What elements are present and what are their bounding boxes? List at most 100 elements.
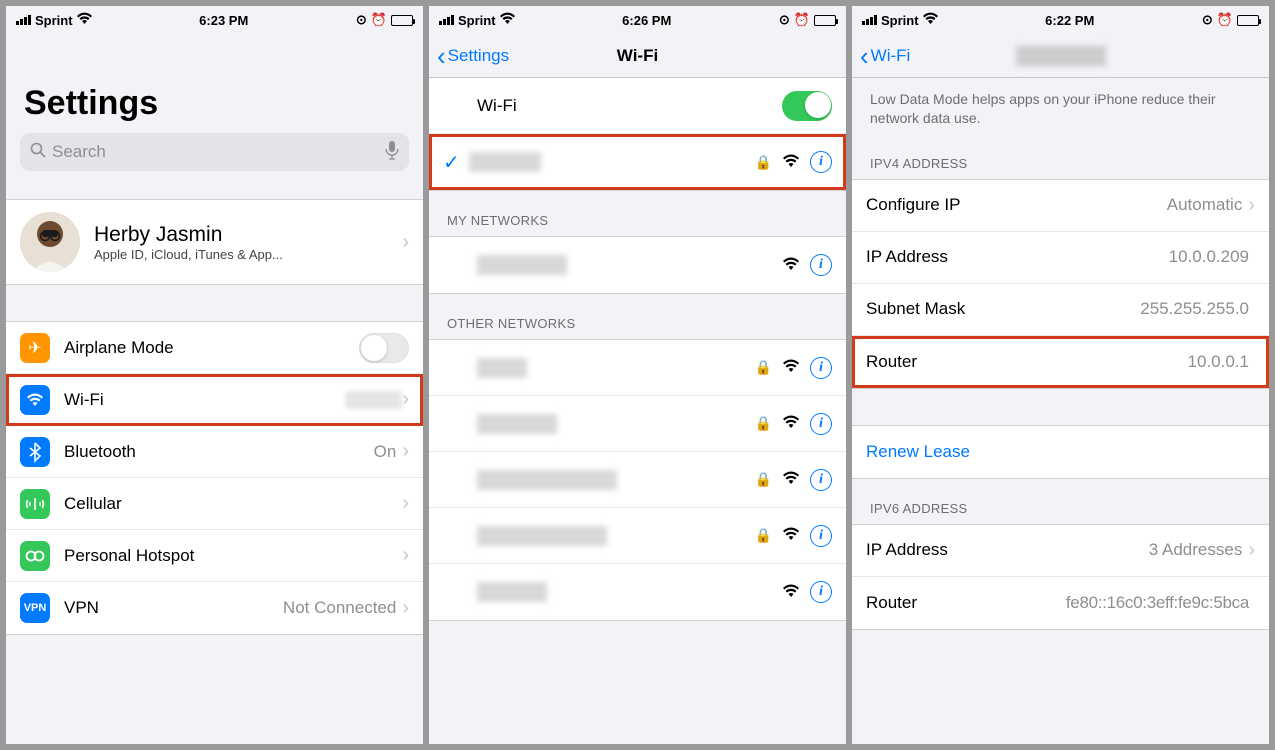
alarm-icon: ⏰ [1217, 12, 1233, 28]
wifi-signal-icon [782, 525, 800, 546]
airplane-mode-row[interactable]: ✈ Airplane Mode [6, 322, 423, 374]
profile-name: Herby Jasmin [94, 223, 402, 247]
cellular-icon [20, 489, 50, 519]
status-bar: Sprint 6:22 PM ⊙ ⏰ [852, 6, 1269, 34]
orientation-lock-icon: ⊙ [779, 12, 790, 28]
wifi-signal-icon [782, 255, 800, 276]
carrier-label: Sprint [881, 13, 919, 28]
hotspot-row[interactable]: Personal Hotspot › [6, 530, 423, 582]
network-name-blurred [477, 358, 527, 378]
my-networks-header: MY NETWORKS [429, 191, 846, 236]
vpn-row[interactable]: VPN VPN Not Connected › [6, 582, 423, 634]
page-title: Settings [6, 34, 423, 133]
signal-icon [439, 15, 454, 25]
nav-bar: ‹ Wi-Fi [852, 34, 1269, 78]
router-row: Router 10.0.0.1 [852, 336, 1269, 388]
wifi-status-icon [500, 13, 515, 28]
bluetooth-row[interactable]: Bluetooth On › [6, 426, 423, 478]
battery-icon [814, 15, 836, 26]
network-name-blurred [469, 152, 541, 172]
chevron-right-icon: › [402, 544, 409, 567]
avatar [20, 212, 80, 272]
chevron-right-icon: › [402, 440, 409, 463]
screen-wifi-list: Sprint 6:26 PM ⊙ ⏰ ‹ Settings Wi-Fi Wi-F… [429, 6, 846, 744]
nav-title: Wi-Fi [617, 46, 658, 66]
clock: 6:23 PM [199, 13, 248, 28]
profile-subtitle: Apple ID, iCloud, iTunes & App... [94, 247, 402, 262]
status-bar: Sprint 6:26 PM ⊙ ⏰ [429, 6, 846, 34]
chevron-left-icon: ‹ [860, 43, 869, 69]
wifi-status-icon [923, 13, 938, 28]
info-icon[interactable]: i [810, 469, 832, 491]
lock-icon: 🔒 [755, 154, 772, 171]
back-button[interactable]: ‹ Settings [437, 43, 509, 69]
screen-wifi-detail: Sprint 6:22 PM ⊙ ⏰ ‹ Wi-Fi Low Data Mode… [852, 6, 1269, 744]
low-data-description: Low Data Mode helps apps on your iPhone … [852, 78, 1269, 134]
lock-icon: 🔒 [755, 415, 772, 432]
network-name-blurred [477, 414, 557, 434]
info-icon[interactable]: i [810, 254, 832, 276]
chevron-right-icon: › [402, 492, 409, 515]
network-row[interactable]: 🔒 i [429, 396, 846, 452]
ip-address-row: IP Address 10.0.0.209 [852, 232, 1269, 284]
orientation-lock-icon: ⊙ [356, 12, 367, 28]
lock-icon: 🔒 [755, 359, 772, 376]
network-row[interactable]: 🔒 i [429, 452, 846, 508]
lock-icon: 🔒 [755, 527, 772, 544]
wifi-switch-row[interactable]: Wi-Fi [429, 78, 846, 134]
wifi-signal-icon [782, 469, 800, 490]
network-row[interactable]: i [429, 237, 846, 293]
chevron-left-icon: ‹ [437, 43, 446, 69]
clock: 6:26 PM [622, 13, 671, 28]
ipv4-header: IPV4 ADDRESS [852, 134, 1269, 179]
alarm-icon: ⏰ [794, 12, 810, 28]
nav-title-blurred [1016, 46, 1106, 66]
wifi-signal-icon [782, 357, 800, 378]
info-icon[interactable]: i [810, 413, 832, 435]
search-input[interactable]: Search [20, 133, 409, 171]
battery-icon [1237, 15, 1259, 26]
chevron-right-icon: › [1248, 194, 1255, 217]
alarm-icon: ⏰ [371, 12, 387, 28]
wifi-toggle[interactable] [782, 91, 832, 121]
checkmark-icon: ✓ [443, 150, 469, 175]
carrier-label: Sprint [458, 13, 496, 28]
chevron-right-icon: › [402, 388, 409, 411]
search-placeholder: Search [52, 142, 106, 162]
cellular-row[interactable]: Cellular › [6, 478, 423, 530]
info-icon[interactable]: i [810, 525, 832, 547]
wifi-row[interactable]: Wi-Fi › [6, 374, 423, 426]
airplane-icon: ✈ [20, 333, 50, 363]
microphone-icon[interactable] [385, 140, 399, 165]
subnet-mask-row: Subnet Mask 255.255.255.0 [852, 284, 1269, 336]
wifi-signal-icon [782, 582, 800, 603]
ipv6-router-row: Router fe80::16c0:3eff:fe9c:5bca [852, 577, 1269, 629]
info-icon[interactable]: i [810, 151, 832, 173]
network-row[interactable]: i [429, 564, 846, 620]
status-bar: Sprint 6:23 PM ⊙ ⏰ [6, 6, 423, 34]
wifi-signal-icon [782, 413, 800, 434]
bluetooth-icon [20, 437, 50, 467]
chevron-right-icon: › [402, 597, 409, 620]
signal-icon [862, 15, 877, 25]
ipv6-addresses-row[interactable]: IP Address 3 Addresses › [852, 525, 1269, 577]
carrier-label: Sprint [35, 13, 73, 28]
network-name-blurred [477, 526, 607, 546]
network-name-blurred [477, 255, 567, 275]
info-icon[interactable]: i [810, 581, 832, 603]
wifi-signal-icon [782, 152, 800, 173]
chevron-right-icon: › [402, 231, 409, 254]
network-row[interactable]: 🔒 i [429, 340, 846, 396]
airplane-toggle[interactable] [359, 333, 409, 363]
signal-icon [16, 15, 31, 25]
network-name-blurred [477, 470, 617, 490]
network-row[interactable]: 🔒 i [429, 508, 846, 564]
renew-lease-row[interactable]: Renew Lease [852, 426, 1269, 478]
wifi-icon [20, 385, 50, 415]
back-button[interactable]: ‹ Wi-Fi [860, 43, 910, 69]
info-icon[interactable]: i [810, 357, 832, 379]
hotspot-icon [20, 541, 50, 571]
configure-ip-row[interactable]: Configure IP Automatic › [852, 180, 1269, 232]
connected-network-row[interactable]: ✓ 🔒 i [429, 134, 846, 190]
apple-id-row[interactable]: Herby Jasmin Apple ID, iCloud, iTunes & … [6, 200, 423, 284]
